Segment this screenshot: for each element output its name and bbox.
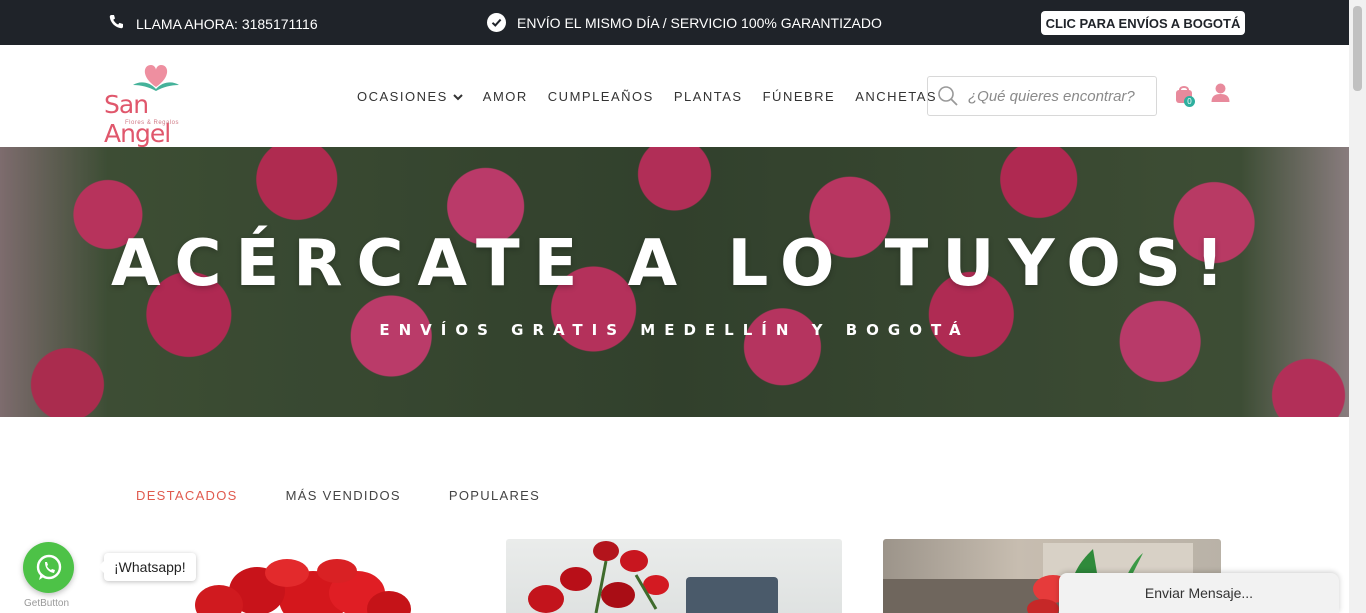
guarantee-notice: ENVÍO EL MISMO DÍA / SERVICIO 100% GARAN… [487, 13, 882, 32]
tab-mas-vendidos[interactable]: MÁS VENDIDOS [286, 488, 401, 503]
nav-item-amor[interactable]: AMOR [483, 89, 528, 104]
getbutton-credit[interactable]: GetButton [24, 598, 69, 609]
product-image [528, 541, 778, 613]
call-text: LLAMA AHORA: 3185171116 [136, 15, 318, 32]
whatsapp-button[interactable] [23, 542, 74, 593]
nav-item-label: FÚNEBRE [762, 89, 836, 104]
logo[interactable]: San Angel Flores & Regalos [104, 63, 208, 148]
hero-subtitle: ENVÍOS GRATIS MEDELLÍN Y BOGOTÁ [379, 321, 970, 339]
cart-count-badge: 0 [1184, 96, 1195, 107]
search-input[interactable] [968, 87, 1153, 105]
check-circle-icon [487, 13, 506, 32]
hero-title: ACÉRCATE A LO TUYOS! [110, 227, 1239, 301]
main-nav: OCASIONES AMOR CUMPLEAÑOS PLANTAS FÚNEBR… [357, 89, 957, 104]
header: San Angel Flores & Regalos OCASIONES AMO… [0, 45, 1349, 148]
search-box [927, 76, 1157, 116]
nav-item-cumpleanos[interactable]: CUMPLEAÑOS [548, 89, 654, 104]
chevron-down-icon [453, 93, 463, 100]
top-bar: LLAMA AHORA: 3185171116 ENVÍO EL MISMO D… [0, 0, 1349, 45]
nav-item-anchetas[interactable]: ANCHETAS [855, 89, 937, 104]
call-now[interactable]: LLAMA AHORA: 3185171116 [108, 14, 318, 33]
logo-subtext: Flores & Regalos [125, 120, 180, 126]
whatsapp-label[interactable]: ¡Whatsapp! [98, 553, 196, 581]
nav-item-label: AMOR [482, 89, 528, 104]
scrollbar-thumb[interactable] [1353, 6, 1362, 91]
search-icon[interactable] [928, 85, 968, 107]
logo-text: San Angel [104, 90, 171, 148]
account-button[interactable] [1211, 83, 1230, 108]
product-tabs: DESTACADOS MÁS VENDIDOS POPULARES [136, 488, 588, 503]
nav-item-funebre[interactable]: FÚNEBRE [763, 89, 836, 104]
product-card[interactable] [506, 539, 842, 613]
nav-item-label: PLANTAS [673, 89, 743, 104]
scrollbar[interactable] [1349, 0, 1366, 613]
nav-item-label: CUMPLEAÑOS [547, 89, 654, 104]
bogota-shipping-button[interactable]: CLIC PARA ENVÍOS A BOGOTÁ [1041, 11, 1245, 35]
nav-item-plantas[interactable]: PLANTAS [674, 89, 743, 104]
guarantee-text: ENVÍO EL MISMO DÍA / SERVICIO 100% GARAN… [517, 14, 882, 31]
cart-button[interactable]: 0 [1174, 83, 1196, 109]
nav-item-label: ANCHETAS [855, 89, 938, 104]
chat-widget[interactable]: Enviar Mensaje... [1059, 573, 1339, 613]
page: LLAMA AHORA: 3185171116 ENVÍO EL MISMO D… [0, 0, 1366, 613]
phone-icon [108, 14, 124, 33]
tab-populares[interactable]: POPULARES [449, 488, 540, 503]
tab-destacados[interactable]: DESTACADOS [136, 488, 238, 503]
nav-item-label: OCASIONES [357, 89, 448, 104]
nav-item-ocasiones[interactable]: OCASIONES [357, 89, 463, 104]
hero-banner: ACÉRCATE A LO TUYOS! ENVÍOS GRATIS MEDEL… [0, 147, 1349, 417]
user-icon [1211, 83, 1230, 102]
whatsapp-icon [36, 554, 61, 580]
